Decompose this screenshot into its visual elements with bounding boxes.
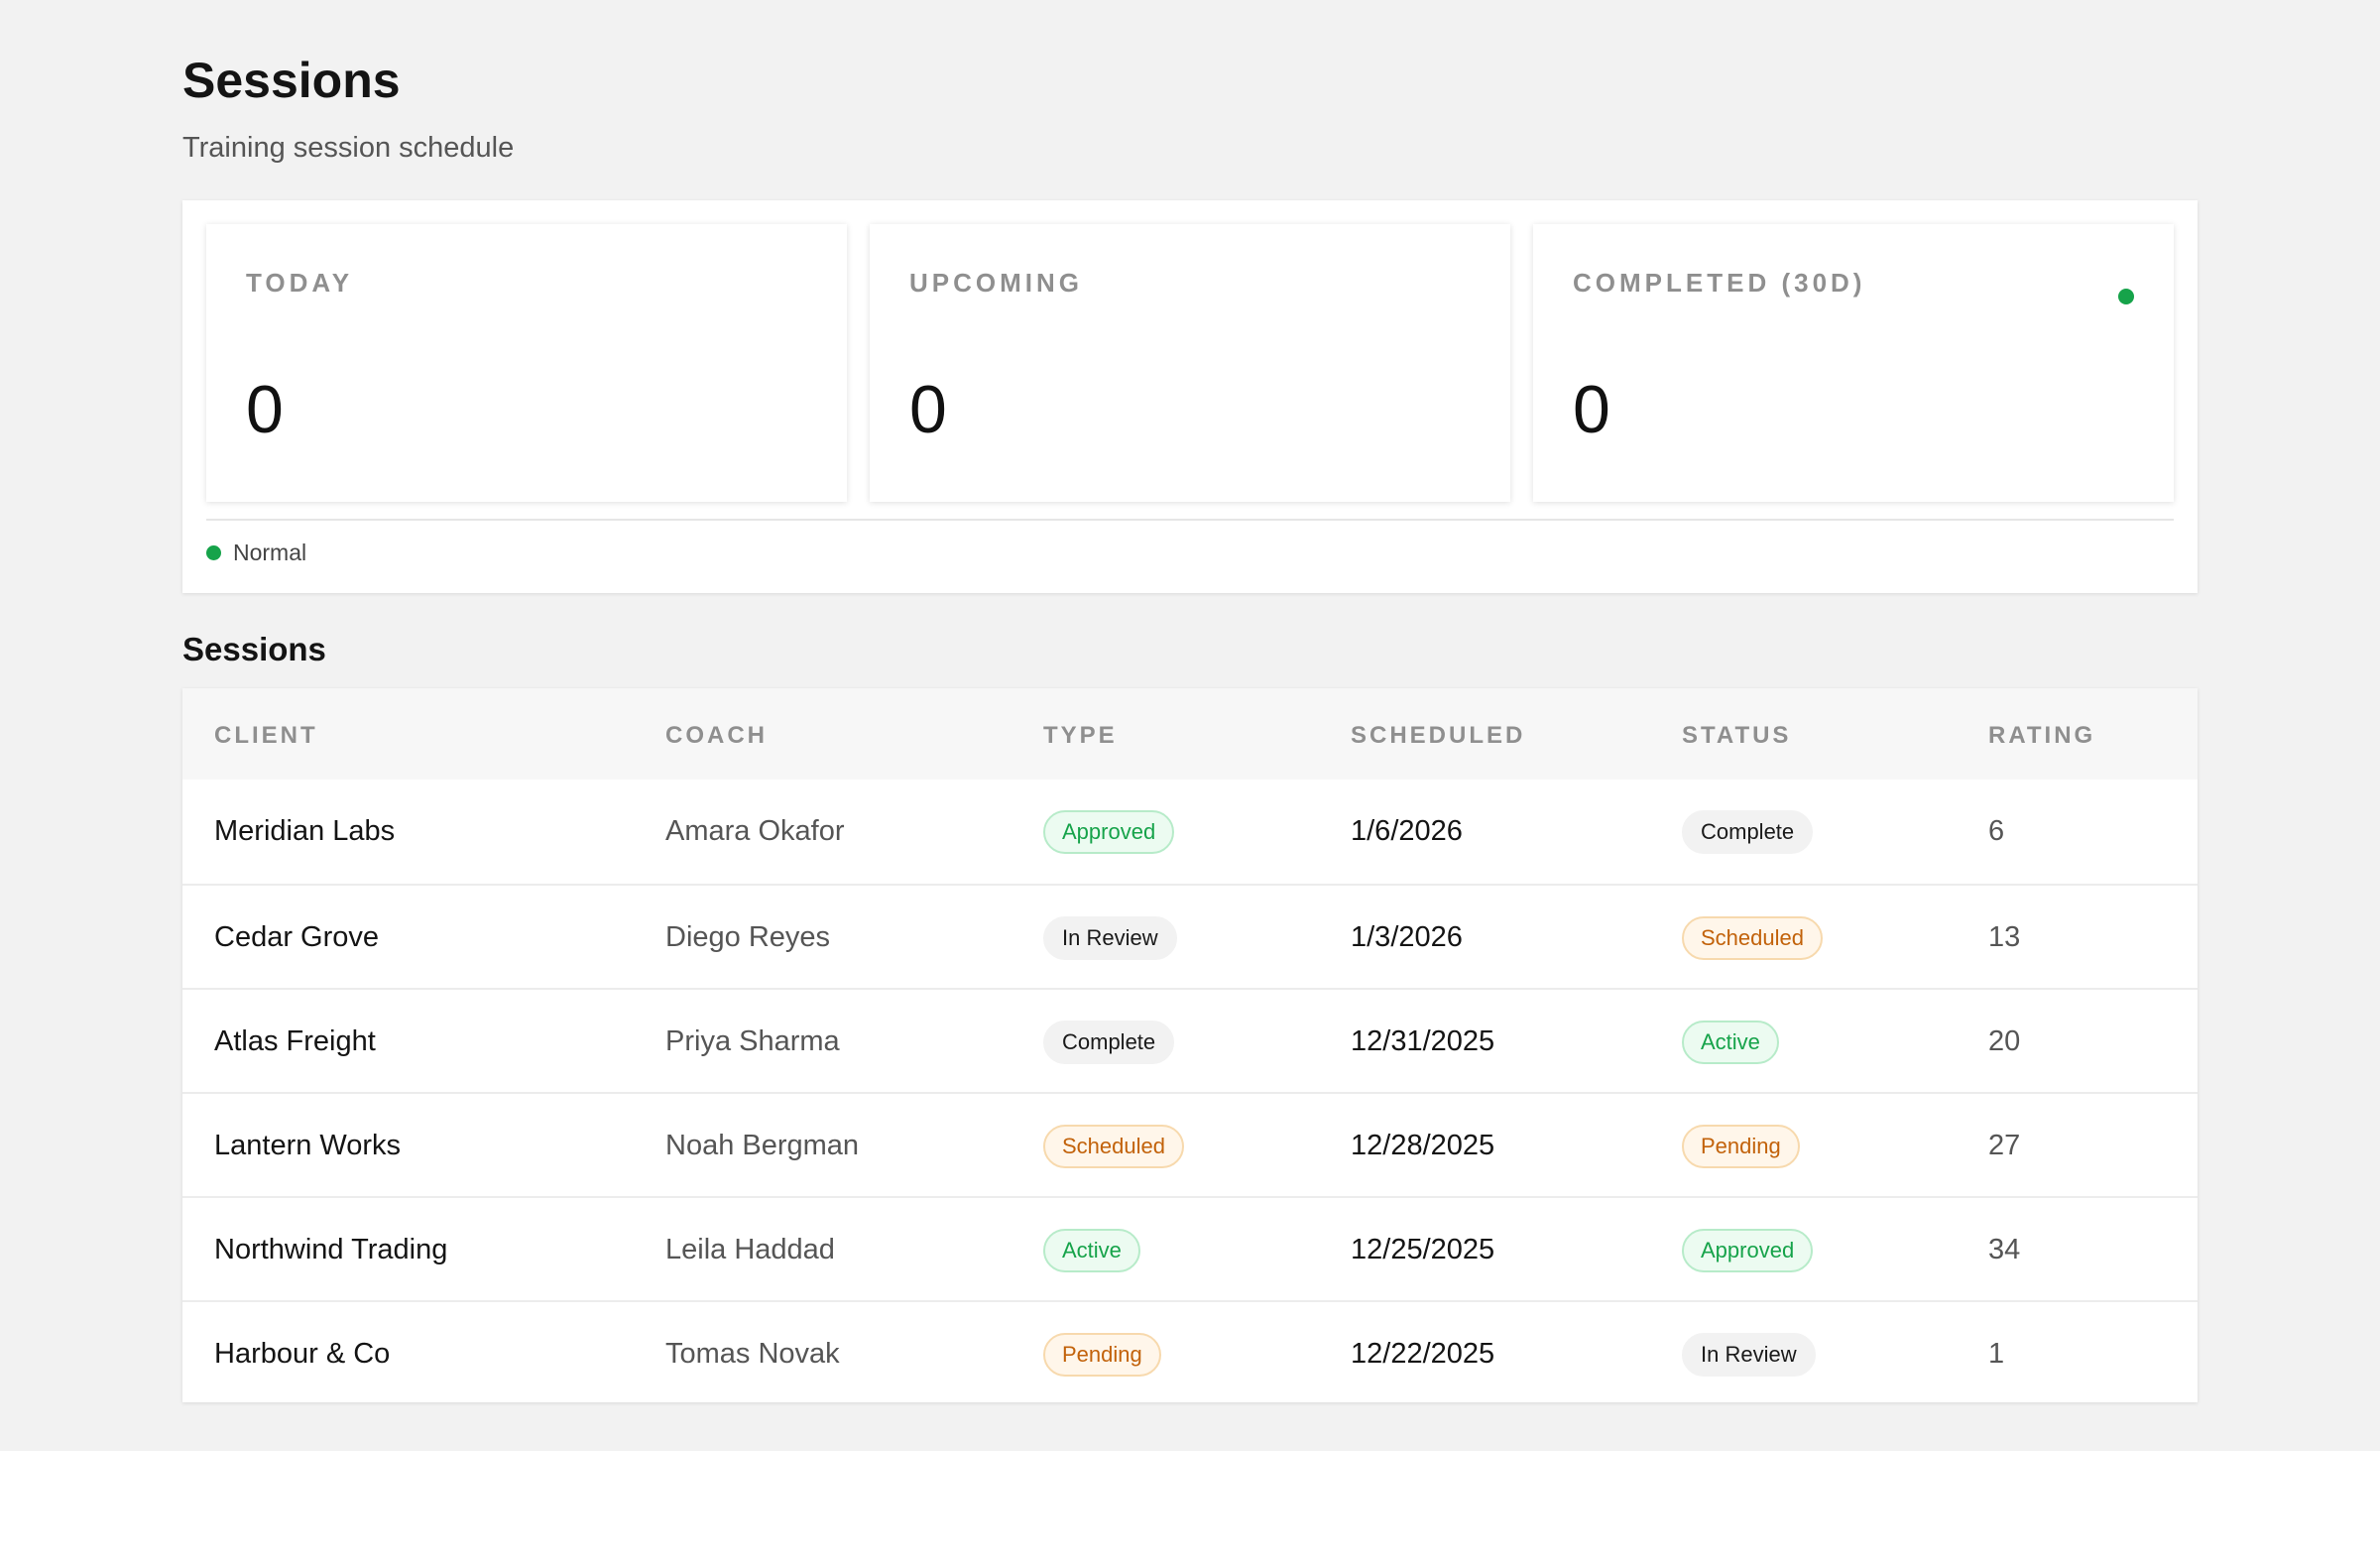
table-header: CLIENT COACH TYPE SCHEDULED STATUS RATIN… (182, 688, 2198, 780)
cell-rating: 1 (1988, 1338, 2005, 1370)
stat-value: 0 (246, 372, 284, 447)
cell-client: Lantern Works (214, 1130, 402, 1161)
cell-scheduled: 12/28/2025 (1351, 1130, 1495, 1161)
legend-dot-icon (206, 545, 221, 560)
cell-status: Scheduled (1682, 886, 1823, 990)
cell-type: Active (1043, 1198, 1140, 1302)
cell-scheduled: 12/31/2025 (1351, 1025, 1495, 1057)
cell-rating: 27 (1988, 1130, 2021, 1161)
cell-scheduled: 1/6/2026 (1351, 815, 1463, 847)
cell-status-badge: In Review (1682, 1332, 1816, 1377)
cell-type: Scheduled (1043, 1094, 1184, 1198)
column-header-type[interactable]: TYPE (1043, 722, 1118, 750)
cell-status-badge: Complete (1682, 809, 1814, 854)
table-row[interactable]: Northwind Trading Leila Haddad Active 12/25… (182, 1196, 2198, 1300)
status-dot-icon (2118, 289, 2134, 304)
page-title: Sessions (182, 53, 401, 108)
page: Sessions Training session schedule TODAY… (0, 0, 2380, 1451)
column-header-rating[interactable]: RATING (1988, 722, 2095, 750)
cell-type-badge: In Review (1043, 915, 1177, 960)
stat-label: UPCOMING (909, 268, 1083, 298)
sessions-table: CLIENT COACH TYPE SCHEDULED STATUS RATIN… (182, 688, 2198, 1402)
table-row[interactable]: Atlas Freight Priya Sharma Complete 12/31/2… (182, 988, 2198, 1092)
cell-rating: 34 (1988, 1234, 2021, 1265)
stat-label: COMPLETED (30D) (1573, 268, 1866, 298)
page-subtitle: Training session schedule (182, 132, 515, 164)
cell-rating: 20 (1988, 1025, 2021, 1057)
cell-coach: Leila Haddad (665, 1234, 835, 1265)
table-row[interactable]: Lantern Works Noah Bergman Scheduled 12/28/… (182, 1092, 2198, 1196)
cell-rating: 13 (1988, 921, 2021, 953)
cell-coach: Amara Okafor (665, 815, 845, 847)
table-row[interactable]: Meridian Labs Amara Okafor Approved 1/6/202… (182, 780, 2198, 884)
column-header-status[interactable]: STATUS (1682, 722, 1791, 750)
cell-status-badge: Active (1682, 1020, 1779, 1064)
table-row[interactable]: Cedar Grove Diego Reyes In Review 1/3/2026 S… (182, 884, 2198, 988)
cell-client: Harbour & Co (214, 1338, 391, 1370)
cell-coach: Priya Sharma (665, 1025, 840, 1057)
cell-type-badge: Approved (1043, 809, 1175, 854)
stat-value: 0 (909, 372, 947, 447)
cell-scheduled: 12/22/2025 (1351, 1338, 1495, 1370)
section-title: Sessions (182, 631, 326, 667)
stats-panel: TODAY 0 UPCOMING 0 COMPLETED (30D) 0 Nor… (182, 200, 2198, 593)
cell-status: Active (1682, 990, 1779, 1094)
cell-client: Meridian Labs (214, 815, 396, 847)
cell-type-badge: Pending (1043, 1332, 1161, 1377)
cell-status-badge: Pending (1682, 1124, 1800, 1168)
stat-card-completed: COMPLETED (30D) 0 (1533, 224, 2174, 502)
cell-type: Complete (1043, 990, 1175, 1094)
legend-label: Normal (233, 540, 307, 565)
cell-type: Pending (1043, 1302, 1161, 1406)
cell-type: Approved (1043, 780, 1175, 884)
stat-card-today: TODAY 0 (206, 224, 847, 502)
cell-coach: Noah Bergman (665, 1130, 860, 1161)
cell-scheduled: 12/25/2025 (1351, 1234, 1495, 1265)
cell-rating: 6 (1988, 815, 2005, 847)
column-header-client[interactable]: CLIENT (214, 722, 318, 750)
cell-type: In Review (1043, 886, 1177, 990)
cell-client: Cedar Grove (214, 921, 380, 953)
cell-status-badge: Scheduled (1682, 915, 1823, 960)
cell-status: In Review (1682, 1302, 1816, 1406)
cell-status-badge: Approved (1682, 1228, 1814, 1272)
cell-type-badge: Scheduled (1043, 1124, 1184, 1168)
cell-scheduled: 1/3/2026 (1351, 921, 1463, 953)
legend: Normal (206, 540, 306, 566)
column-header-coach[interactable]: COACH (665, 722, 768, 750)
cell-status: Approved (1682, 1198, 1814, 1302)
cell-status: Pending (1682, 1094, 1800, 1198)
column-header-scheduled[interactable]: SCHEDULED (1351, 722, 1525, 750)
table-row[interactable]: Harbour & Co Tomas Novak Pending 12/22/2025… (182, 1300, 2198, 1404)
cell-status: Complete (1682, 780, 1814, 884)
stat-label: TODAY (246, 268, 354, 298)
divider (206, 519, 2174, 521)
cell-coach: Diego Reyes (665, 921, 831, 953)
cell-client: Atlas Freight (214, 1025, 376, 1057)
cell-type-badge: Active (1043, 1228, 1140, 1272)
cell-client: Northwind Trading (214, 1234, 448, 1265)
stat-card-upcoming: UPCOMING 0 (870, 224, 1510, 502)
cell-coach: Tomas Novak (665, 1338, 840, 1370)
stat-value: 0 (1573, 372, 1610, 447)
cell-type-badge: Complete (1043, 1020, 1175, 1064)
